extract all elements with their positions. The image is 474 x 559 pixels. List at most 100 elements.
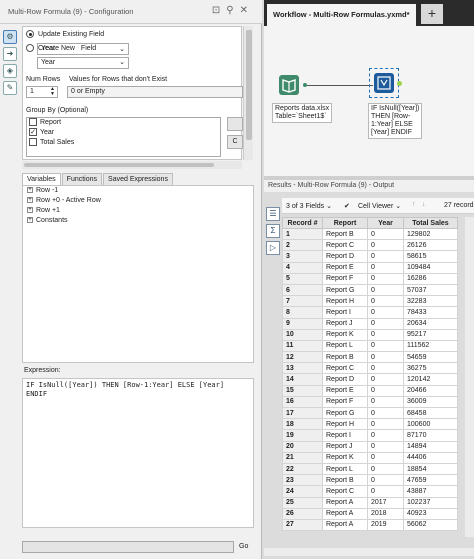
table-cell[interactable]: 95217 [403, 328, 458, 341]
table-cell[interactable]: Report D [322, 250, 368, 263]
record-number-cell[interactable]: 7 [282, 295, 323, 308]
update-existing-radio[interactable] [26, 30, 34, 38]
table-row[interactable]: 26 Report A 2018 40923 [282, 507, 458, 520]
record-number-cell[interactable]: 22 [282, 462, 323, 476]
table-row[interactable]: 5 Report F 0 16286 [282, 272, 458, 285]
record-number-cell[interactable]: 17 [282, 406, 323, 420]
table-cell[interactable]: 47659 [403, 474, 458, 487]
table-cell[interactable]: Report K [322, 451, 368, 464]
tree-item-row-active[interactable]: + Row +0 - Active Row [23, 196, 253, 206]
table-cell[interactable]: Report I [322, 429, 368, 442]
config-scrollbar[interactable] [243, 26, 253, 160]
close-icon[interactable]: ✕ [240, 5, 254, 16]
table-cell[interactable]: 14894 [403, 440, 458, 453]
tree-item-row-plus-1[interactable]: + Row +1 [23, 206, 253, 216]
table-cell[interactable]: 100600 [403, 418, 458, 431]
table-row[interactable]: 19 Report I 0 87170 [282, 429, 458, 442]
cell-viewer-dropdown[interactable]: Cell Viewer ⌄ [358, 202, 401, 210]
table-cell[interactable]: 68458 [403, 406, 458, 420]
table-cell[interactable]: 0 [367, 395, 404, 409]
record-number-cell[interactable]: 12 [282, 351, 323, 364]
table-row[interactable]: 13 Report C 0 36275 [282, 362, 458, 375]
table-cell[interactable]: Report G [322, 406, 368, 420]
table-cell[interactable]: 56062 [403, 518, 458, 532]
record-number-cell[interactable]: 26 [282, 507, 323, 520]
tab-functions[interactable]: Functions [61, 173, 103, 185]
expand-icon[interactable]: + [27, 197, 33, 204]
table-cell[interactable]: 32283 [403, 295, 458, 308]
table-cell[interactable]: 0 [367, 451, 404, 464]
table-row[interactable]: 18 Report H 0 100600 [282, 418, 458, 431]
group-by-item-report[interactable]: Report [27, 118, 220, 128]
table-cell[interactable]: Report D [322, 373, 368, 386]
fields-dropdown[interactable]: 3 of 3 Fields ⌄ [286, 202, 332, 210]
record-number-cell[interactable]: 23 [282, 474, 323, 487]
table-row[interactable]: 6 Report G 0 57037 [282, 283, 458, 297]
scrollbar-thumb[interactable] [246, 30, 252, 140]
record-number-cell[interactable]: 25 [282, 496, 323, 509]
table-cell[interactable]: 0 [367, 239, 404, 252]
table-cell[interactable]: 0 [367, 373, 404, 386]
table-cell[interactable]: Report H [322, 418, 368, 431]
table-row[interactable]: 10 Report K 0 95217 [282, 328, 458, 341]
record-number-cell[interactable]: 6 [282, 283, 323, 297]
table-cell[interactable]: 102237 [403, 496, 458, 509]
table-cell[interactable]: 120142 [403, 373, 458, 386]
field-select[interactable]: Year ⌄ [37, 57, 129, 69]
table-row[interactable]: 3 Report D 0 58615 [282, 250, 458, 263]
checkbox[interactable] [29, 118, 37, 126]
table-cell[interactable]: 0 [367, 362, 404, 375]
table-row[interactable]: 16 Report F 0 36009 [282, 395, 458, 409]
formula-test-bar[interactable] [22, 541, 234, 553]
group-by-item-total-sales[interactable]: Total Sales [27, 138, 220, 148]
record-number-cell[interactable]: 2 [282, 239, 323, 252]
table-row[interactable]: 24 Report C 0 43887 [282, 485, 458, 498]
checkbox-checked[interactable]: ✓ [29, 128, 37, 136]
table-cell[interactable]: 109484 [403, 261, 458, 274]
table-cell[interactable]: 0 [367, 272, 404, 285]
tree-item-constants[interactable]: + Constants [23, 216, 253, 226]
table-cell[interactable]: 43887 [403, 485, 458, 498]
table-cell[interactable]: 2018 [367, 507, 404, 520]
record-number-cell[interactable]: 3 [282, 250, 323, 263]
record-number-cell[interactable]: 19 [282, 429, 323, 442]
record-number-cell[interactable]: 15 [282, 384, 323, 397]
table-cell[interactable]: 0 [367, 339, 404, 353]
table-row[interactable]: 23 Report B 0 47659 [282, 474, 458, 487]
table-cell[interactable]: Report E [322, 384, 368, 397]
table-cell[interactable]: 0 [367, 406, 404, 420]
table-cell[interactable]: 0 [367, 295, 404, 308]
results-scrollbar[interactable] [465, 217, 474, 537]
table-cell[interactable]: Report C [322, 362, 368, 375]
record-number-cell[interactable]: 5 [282, 272, 323, 285]
expand-icon[interactable]: + [27, 187, 33, 194]
grid-view-icon[interactable]: ☰ [266, 207, 280, 221]
sum-icon[interactable]: Σ [266, 224, 280, 238]
table-row[interactable]: 17 Report G 0 68458 [282, 406, 458, 420]
record-number-cell[interactable]: 13 [282, 362, 323, 375]
multi-row-formula-tool[interactable] [374, 73, 394, 93]
table-cell[interactable]: Report C [322, 485, 368, 498]
input-data-tool[interactable] [279, 75, 299, 95]
update-existing-option[interactable]: Update Existing Field [26, 30, 104, 38]
tab-workflow[interactable]: Workflow - Multi-Row Formulas.yxmd* [267, 4, 416, 26]
record-number-cell[interactable]: 24 [282, 485, 323, 498]
expand-icon[interactable]: ⊡ [212, 5, 226, 16]
arrow-down-icon[interactable]: ↓ [422, 201, 426, 208]
table-cell[interactable]: 78433 [403, 306, 458, 319]
record-number-cell[interactable]: 16 [282, 395, 323, 409]
create-new-option[interactable]: Create New Field [26, 44, 96, 52]
tag-icon[interactable]: ▷ [266, 241, 280, 255]
table-row[interactable]: 8 Report I 0 78433 [282, 306, 458, 319]
config-hscrollbar[interactable] [22, 161, 242, 169]
table-cell[interactable]: Report G [322, 283, 368, 297]
table-cell[interactable]: 2017 [367, 496, 404, 509]
record-number-cell[interactable]: 20 [282, 440, 323, 453]
record-number-cell[interactable]: 1 [282, 227, 323, 241]
record-number-cell[interactable]: 9 [282, 317, 323, 330]
table-cell[interactable]: 0 [367, 317, 404, 330]
table-cell[interactable]: Report A [322, 507, 368, 520]
table-row[interactable]: 14 Report D 0 120142 [282, 373, 458, 386]
table-cell[interactable]: Report A [322, 518, 368, 532]
table-row[interactable]: 25 Report A 2017 102237 [282, 496, 458, 509]
